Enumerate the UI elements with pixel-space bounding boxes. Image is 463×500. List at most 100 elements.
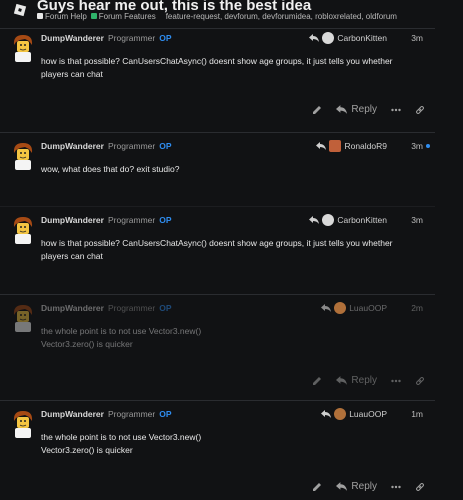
reply-to-username: CarbonKitten bbox=[337, 215, 387, 225]
post-time[interactable]: 2m bbox=[411, 303, 423, 313]
roblox-logo-icon[interactable] bbox=[12, 2, 28, 18]
post-body: the whole point is to not use Vector3.ne… bbox=[41, 325, 411, 351]
post-time[interactable]: 1m bbox=[411, 409, 423, 419]
post-body: how is that possible? CanUsersChatAsync(… bbox=[41, 55, 411, 81]
more-button[interactable] bbox=[391, 485, 401, 489]
reply-arrow-icon bbox=[336, 482, 348, 491]
share-link-button[interactable] bbox=[415, 376, 425, 386]
post-meta: DumpWanderer Programmer OP bbox=[41, 215, 172, 225]
reply-button[interactable]: Reply bbox=[336, 104, 377, 115]
post-meta: DumpWanderer Programmer OP bbox=[41, 33, 172, 43]
post: DumpWanderer Programmer OP CarbonKitten … bbox=[0, 28, 435, 128]
username[interactable]: DumpWanderer bbox=[41, 33, 104, 43]
post-body: wow, what does that do? exit studio? bbox=[41, 163, 411, 176]
ellipsis-icon bbox=[391, 485, 401, 488]
reply-to-indicator[interactable]: CarbonKitten bbox=[309, 32, 387, 44]
user-title: Programmer bbox=[107, 33, 156, 43]
reply-arrow-icon bbox=[309, 34, 320, 42]
topic-header: Guys hear me out, this is the best idea … bbox=[0, 0, 463, 24]
post-time[interactable]: 3m bbox=[411, 141, 423, 151]
post-line: how is that possible? CanUsersChatAsync(… bbox=[41, 238, 393, 248]
avatar[interactable] bbox=[10, 409, 36, 439]
more-button[interactable] bbox=[391, 379, 401, 383]
breadcrumb: Forum Help Forum Features feature-reques… bbox=[37, 12, 397, 21]
reply-label: Reply bbox=[351, 104, 377, 115]
reply-to-indicator[interactable]: LuauOOP bbox=[321, 408, 387, 420]
op-badge: OP bbox=[159, 303, 172, 313]
post-time[interactable]: 3m bbox=[411, 215, 423, 225]
more-button[interactable] bbox=[391, 108, 401, 112]
reply-to-avatar bbox=[322, 214, 335, 226]
edit-button[interactable] bbox=[312, 376, 322, 386]
user-title: Programmer bbox=[107, 409, 156, 419]
reply-to-indicator[interactable]: CarbonKitten bbox=[309, 214, 387, 226]
post: DumpWanderer Programmer OP LuauOOP 1m th… bbox=[0, 400, 435, 500]
op-badge: OP bbox=[159, 215, 172, 225]
reply-arrow-icon bbox=[321, 304, 332, 312]
op-badge: OP bbox=[159, 33, 172, 43]
reply-label: Reply bbox=[351, 481, 377, 492]
reply-arrow-icon bbox=[309, 216, 320, 224]
post-line: Vector3.zero() is quicker bbox=[41, 445, 133, 455]
unread-indicator bbox=[426, 144, 430, 148]
reply-to-avatar bbox=[334, 408, 347, 420]
category-parent-label: Forum Help bbox=[45, 12, 87, 21]
edit-button[interactable] bbox=[312, 105, 322, 115]
reply-label: Reply bbox=[351, 375, 377, 386]
post: DumpWanderer Programmer OP LuauOOP 2m th… bbox=[0, 294, 435, 398]
reply-button[interactable]: Reply bbox=[336, 481, 377, 492]
reply-to-avatar bbox=[334, 302, 347, 314]
pencil-icon bbox=[313, 482, 322, 491]
username[interactable]: DumpWanderer bbox=[41, 215, 104, 225]
reply-arrow-icon bbox=[336, 105, 348, 114]
reply-to-avatar bbox=[322, 32, 335, 44]
share-link-button[interactable] bbox=[415, 482, 425, 492]
pencil-icon bbox=[313, 376, 322, 385]
avatar[interactable] bbox=[10, 303, 36, 333]
post-line: wow, what does that do? exit studio? bbox=[41, 164, 180, 174]
post-actions: Reply bbox=[312, 375, 425, 386]
user-title: Programmer bbox=[107, 141, 156, 151]
reply-to-username: RonaldoR9 bbox=[344, 141, 387, 151]
post-body: how is that possible? CanUsersChatAsync(… bbox=[41, 237, 411, 263]
username[interactable]: DumpWanderer bbox=[41, 303, 104, 313]
username[interactable]: DumpWanderer bbox=[41, 141, 104, 151]
edit-button[interactable] bbox=[312, 482, 322, 492]
reply-to-indicator[interactable]: RonaldoR9 bbox=[316, 140, 387, 152]
reply-to-username: CarbonKitten bbox=[337, 33, 387, 43]
avatar[interactable] bbox=[10, 33, 36, 63]
post-actions: Reply bbox=[312, 481, 425, 492]
ellipsis-icon bbox=[391, 379, 401, 382]
reply-button[interactable]: Reply bbox=[336, 375, 377, 386]
avatar[interactable] bbox=[10, 215, 36, 245]
category-color-swatch bbox=[90, 13, 97, 19]
post-line: players can chat bbox=[41, 69, 103, 79]
ellipsis-icon bbox=[391, 108, 401, 111]
post-time[interactable]: 3m bbox=[411, 33, 423, 43]
category-link[interactable]: Forum Features bbox=[90, 12, 156, 21]
category-color-swatch bbox=[37, 13, 43, 19]
user-title: Programmer bbox=[107, 215, 156, 225]
post-meta: DumpWanderer Programmer OP bbox=[41, 409, 172, 419]
reply-to-username: LuauOOP bbox=[349, 409, 387, 419]
link-icon bbox=[416, 105, 424, 114]
op-badge: OP bbox=[159, 409, 172, 419]
post-meta: DumpWanderer Programmer OP bbox=[41, 303, 172, 313]
post: DumpWanderer Programmer OP RonaldoR9 3m … bbox=[0, 132, 435, 206]
user-title: Programmer bbox=[107, 303, 156, 313]
category-parent-link[interactable]: Forum Help bbox=[37, 12, 87, 21]
share-link-button[interactable] bbox=[415, 105, 425, 115]
post-line: the whole point is to not use Vector3.ne… bbox=[41, 432, 202, 442]
username[interactable]: DumpWanderer bbox=[41, 409, 104, 419]
post-meta: DumpWanderer Programmer OP bbox=[41, 141, 172, 151]
reply-arrow-icon bbox=[316, 142, 327, 150]
reply-to-avatar bbox=[329, 140, 342, 152]
post-line: the whole point is to not use Vector3.ne… bbox=[41, 326, 202, 336]
post-body: the whole point is to not use Vector3.ne… bbox=[41, 431, 411, 457]
reply-to-indicator[interactable]: LuauOOP bbox=[321, 302, 387, 314]
link-icon bbox=[416, 482, 424, 491]
post-line: Vector3.zero() is quicker bbox=[41, 339, 133, 349]
tag-list[interactable]: feature-request, devforum, devforumidea,… bbox=[166, 12, 397, 21]
scrollbar-track[interactable] bbox=[435, 24, 463, 500]
avatar[interactable] bbox=[10, 141, 36, 171]
